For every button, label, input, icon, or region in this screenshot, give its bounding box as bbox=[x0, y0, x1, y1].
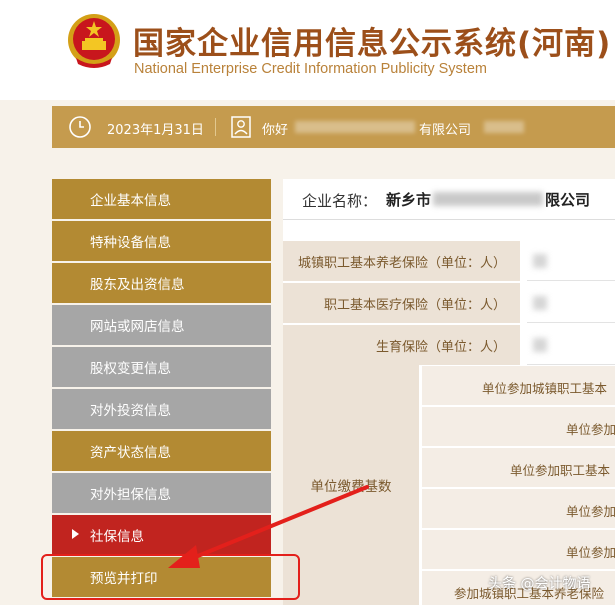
annotation-arrow-icon bbox=[168, 485, 369, 568]
watermark-text: 头条 @会计物语 bbox=[488, 576, 591, 592]
